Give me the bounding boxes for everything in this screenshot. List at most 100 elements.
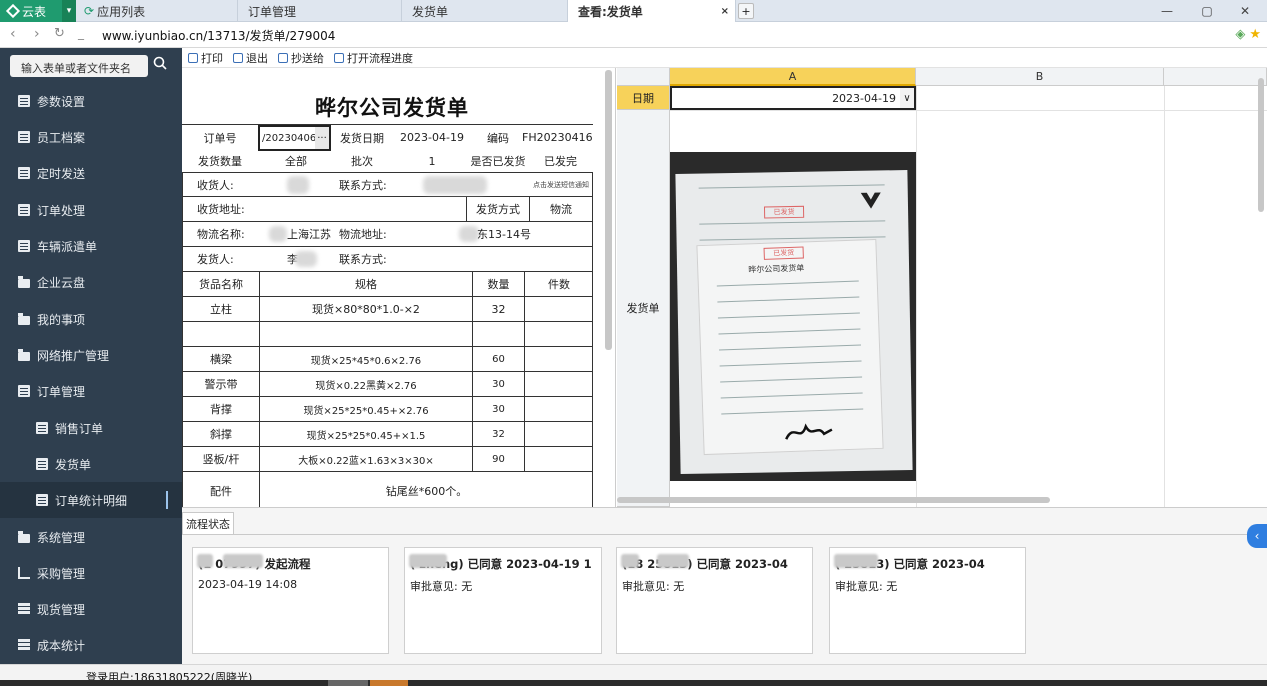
goods-qty xyxy=(473,322,524,346)
delivery-note-photo[interactable]: 已发货 已发货 晔尔公司发货单 xyxy=(670,152,916,481)
brand-button[interactable]: 云表 xyxy=(0,0,62,22)
flow-status-panel: 流程状态 (1 07997) 发起流程 2023-04-19 14:08 ( z… xyxy=(182,507,1267,664)
exit-label: 退出 xyxy=(246,51,268,65)
table-row: 斜撑 现货×25*25*0.45+×1.5 32 xyxy=(182,422,593,447)
sidebar-item-stock[interactable]: 现货管理 xyxy=(0,591,182,627)
tab-app-list[interactable]: ⟳ 应用列表 xyxy=(78,0,238,22)
new-tab-button[interactable]: + xyxy=(738,3,754,19)
paper-line xyxy=(699,220,886,225)
sms-notify-link[interactable]: 点击发送短信通知 xyxy=(533,173,589,196)
doc-icon xyxy=(36,422,48,434)
ship-method-label: 发货方式 xyxy=(476,203,520,216)
favorite-star-icon[interactable]: ★ xyxy=(1249,27,1261,42)
sidebar-item-cloud-disk[interactable]: 企业云盘 xyxy=(0,264,182,300)
minimize-button[interactable]: — xyxy=(1149,0,1185,22)
form-scrollbar[interactable] xyxy=(605,70,612,350)
url-field[interactable]: www.iyunbiao.cn/13713/发货单/279004 xyxy=(102,27,335,44)
divider xyxy=(524,372,525,396)
tab-flow-status[interactable]: 流程状态 xyxy=(182,512,234,534)
date-cell[interactable]: 2023-04-19 ∨ xyxy=(670,86,916,110)
collapse-panel-button[interactable]: ‹ xyxy=(1247,524,1267,548)
cart-icon xyxy=(18,567,30,579)
goods-qty: 30 xyxy=(492,403,505,415)
back-icon[interactable]: ‹ xyxy=(10,26,16,42)
goods-name xyxy=(183,322,259,346)
sidebar-item-online-promotion[interactable]: 网络推广管理 xyxy=(0,337,182,373)
sidebar-item-label: 成本统计 xyxy=(37,638,86,653)
refresh-icon: ⟳ xyxy=(84,4,95,18)
exit-icon xyxy=(233,52,243,63)
column-header-b[interactable]: B xyxy=(916,68,1164,86)
sidebar-item-my-tasks[interactable]: 我的事项 xyxy=(0,301,182,337)
brand-dropdown-icon[interactable]: ▾ xyxy=(62,0,76,22)
masked-value xyxy=(621,554,639,568)
edit-icon xyxy=(18,385,30,397)
masked-value xyxy=(197,554,213,568)
table-row: 发货人: 李 联系方式: xyxy=(182,247,593,272)
sidebar-item-order-processing[interactable]: 订单处理 xyxy=(0,192,182,228)
column-header-a[interactable]: A xyxy=(670,68,916,86)
close-window-button[interactable]: ✕ xyxy=(1227,0,1263,22)
logistics-name-value: 上海江苏 xyxy=(287,228,331,241)
goods-qty: 32 xyxy=(492,428,505,440)
corner-cell[interactable] xyxy=(617,68,670,86)
sidebar-item-label: 现货管理 xyxy=(37,602,86,617)
sheet-vertical-scrollbar[interactable] xyxy=(1258,78,1264,212)
logistics-addr-label: 物流地址: xyxy=(339,228,387,241)
sidebar-item-label: 车辆派遣单 xyxy=(37,239,98,254)
cc-button[interactable]: 抄送给 xyxy=(278,50,324,66)
taskbar-strip xyxy=(0,680,1267,686)
goods-spec: 现货×0.22黑黄×2.76 xyxy=(315,380,417,392)
sheet-horizontal-scrollbar[interactable] xyxy=(617,497,1050,503)
sidebar-item-order-management[interactable]: 订单管理 xyxy=(0,373,182,409)
goods-spec: 现货×25*25*0.45+×1.5 xyxy=(306,430,426,442)
more-icon[interactable]: ··· xyxy=(315,127,329,149)
flow-card-comment: 审批意见: 无 xyxy=(622,580,685,593)
row-header-date[interactable]: 日期 xyxy=(617,86,670,110)
tab-view-delivery-note[interactable]: 查看:发货单 × xyxy=(568,0,736,22)
sidebar-item-cost-stats[interactable]: 成本统计 xyxy=(0,627,182,663)
sidebar-item-parameter-settings[interactable]: 参数设置 xyxy=(0,83,182,119)
doc-icon xyxy=(18,95,30,107)
sidebar-item-vehicle-dispatch[interactable]: 车辆派遣单 xyxy=(0,228,182,264)
order-no-label: 订单号 xyxy=(203,131,237,145)
extension-icon[interactable]: ◈ xyxy=(1235,27,1245,42)
table-row: 背撑 现货×25*25*0.45+×2.76 30 xyxy=(182,397,593,422)
sidebar-item-purchasing[interactable]: 采购管理 xyxy=(0,555,182,591)
table-row: 收货地址: 发货方式 物流 xyxy=(182,197,593,222)
paper-line xyxy=(720,392,863,399)
paper-line xyxy=(717,296,860,303)
tab-label: 发货单 xyxy=(412,4,449,19)
paper-line xyxy=(719,360,862,367)
open-flow-label: 打开流程进度 xyxy=(347,51,413,65)
home-icon[interactable]: _ xyxy=(78,26,84,40)
open-flow-progress-button[interactable]: 打开流程进度 xyxy=(334,50,413,66)
tab-close-icon[interactable]: × xyxy=(721,6,729,17)
order-no-field[interactable]: /202304062 ··· xyxy=(258,125,331,151)
sidebar-item-sales-orders[interactable]: 销售订单 xyxy=(0,410,182,446)
sidebar-item-employee-files[interactable]: 员工档案 xyxy=(0,119,182,155)
goods-spec xyxy=(260,322,472,346)
flow-card-comment: 审批意见: 无 xyxy=(835,580,898,593)
sidebar-item-label: 我的事项 xyxy=(37,312,86,327)
sidebar-item-scheduled-send[interactable]: 定时发送 xyxy=(0,155,182,191)
row-header-delivery-note[interactable]: 发货单 xyxy=(617,110,670,507)
tab-delivery-note[interactable]: 发货单 xyxy=(402,0,568,22)
maximize-button[interactable]: ▢ xyxy=(1189,0,1225,22)
sidebar-search-input[interactable]: 输入表单或者文件夹名 xyxy=(10,55,148,77)
taskbar-item[interactable] xyxy=(370,680,408,686)
reload-icon[interactable]: ↻ xyxy=(54,26,65,41)
column-header-c[interactable] xyxy=(1164,68,1267,86)
search-icon[interactable] xyxy=(153,56,167,70)
dropdown-arrow-icon[interactable]: ∨ xyxy=(900,88,914,108)
taskbar-item[interactable] xyxy=(328,680,368,686)
sidebar-item-order-stats[interactable]: 订单统计明细 xyxy=(0,482,182,518)
tab-order-management[interactable]: 订单管理 xyxy=(238,0,402,22)
sidebar-item-system-management[interactable]: 系统管理 xyxy=(0,519,182,555)
print-button[interactable]: 打印 xyxy=(188,50,223,66)
sidebar-item-delivery-note[interactable]: 发货单 xyxy=(0,446,182,482)
exit-button[interactable]: 退出 xyxy=(233,50,268,66)
ship-date-value: 2023-04-19 xyxy=(400,131,464,144)
forward-icon[interactable]: › xyxy=(34,26,40,42)
grid-line xyxy=(670,110,1267,111)
